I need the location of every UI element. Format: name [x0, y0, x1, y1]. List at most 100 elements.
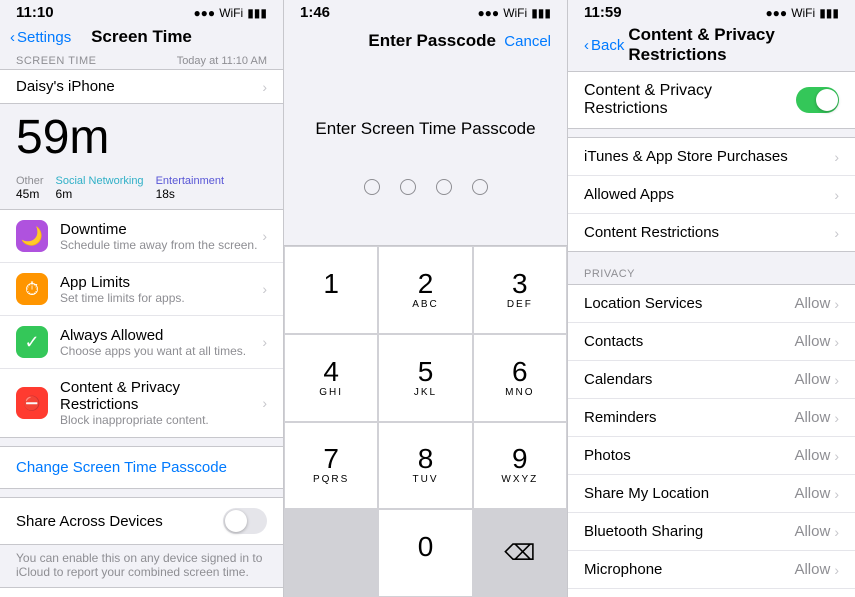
chevron-right-icon: ›	[262, 79, 267, 95]
battery-icon-2: ▮▮▮	[531, 6, 551, 20]
key-9[interactable]: 9WXYZ	[473, 422, 567, 510]
photos-right: Allow ›	[794, 447, 839, 464]
page-title-1: Screen Time	[91, 27, 192, 47]
passcode-prompt: Enter Screen Time Passcode	[284, 59, 567, 169]
status-icons-2: ●●● WiFi ▮▮▮	[477, 6, 551, 20]
contacts-right: Allow ›	[794, 333, 839, 350]
contentprivacy-subtitle: Block inappropriate content.	[60, 413, 262, 427]
key-empty	[284, 509, 378, 597]
key-5[interactable]: 5JKL	[378, 334, 472, 422]
device-name: Daisy's iPhone	[16, 78, 115, 95]
bluetooth-row[interactable]: Bluetooth Sharing Allow ›	[568, 513, 855, 551]
share-location-row[interactable]: Share My Location Allow ›	[568, 475, 855, 513]
content-restrictions-label: Content Restrictions	[584, 224, 719, 241]
key-4[interactable]: 4GHI	[284, 334, 378, 422]
applimits-title: App Limits	[60, 274, 262, 291]
time-used: 59m	[0, 104, 283, 167]
alwaysallowed-text: Always Allowed Choose apps you want at a…	[60, 327, 262, 358]
location-services-row[interactable]: Location Services Allow ›	[568, 285, 855, 323]
list-item-downtime[interactable]: 🌙 Downtime Schedule time away from the s…	[0, 210, 283, 263]
content-restrictions-row[interactable]: Content Restrictions ›	[568, 214, 855, 251]
bar-label-other: Other 45m	[16, 175, 44, 201]
chevron-right-icon: ›	[834, 334, 839, 350]
calendars-right: Allow ›	[794, 371, 839, 388]
itunes-row[interactable]: iTunes & App Store Purchases ›	[568, 138, 855, 176]
key-1[interactable]: 1	[284, 246, 378, 334]
key-6[interactable]: 6MNO	[473, 334, 567, 422]
downtime-title: Downtime	[60, 221, 262, 238]
list-item-alwaysallowed[interactable]: ✓ Always Allowed Choose apps you want at…	[0, 316, 283, 369]
device-name-row[interactable]: Daisy's iPhone ›	[0, 69, 283, 104]
status-bar-3: 11:59 ●●● WiFi ▮▮▮	[568, 0, 855, 23]
share-toggle[interactable]	[223, 508, 267, 534]
list-item-applimits[interactable]: ⏱ App Limits Set time limits for apps. ›	[0, 263, 283, 316]
content-privacy-toggle[interactable]	[796, 87, 839, 113]
signal-icon: ●●●	[193, 6, 215, 20]
status-time-3: 11:59	[584, 4, 622, 21]
key-2[interactable]: 2ABC	[378, 246, 472, 334]
chevron-left-icon: ‹	[10, 29, 15, 46]
bar-label-ent-time: 18s	[156, 187, 224, 201]
section-header-row: SCREEN TIME Today at 11:10 AM	[0, 55, 283, 69]
photos-row[interactable]: Photos Allow ›	[568, 437, 855, 475]
back-button-3[interactable]: ‹ Back	[584, 37, 624, 54]
content-privacy-toggle-row: Content & Privacy Restrictions	[568, 71, 855, 129]
toggle-knob	[225, 510, 247, 532]
chevron-right-icon: ›	[834, 486, 839, 502]
chevron-right-icon: ›	[262, 228, 267, 244]
key-0[interactable]: 0	[378, 509, 472, 597]
reminders-label: Reminders	[584, 409, 657, 426]
list-item-contentprivacy[interactable]: ⛔ Content & Privacy Restrictions Block i…	[0, 369, 283, 437]
passcode-dot-2	[400, 179, 416, 195]
applimits-subtitle: Set time limits for apps.	[60, 291, 262, 305]
passcode-dot-4	[472, 179, 488, 195]
bar-labels: Other 45m Social Networking 6m Entertain…	[0, 171, 283, 209]
content-privacy-toggle-label: Content & Privacy Restrictions	[584, 82, 796, 118]
bar-label-social-name: Social Networking	[56, 175, 144, 187]
alwaysallowed-subtitle: Choose apps you want at all times.	[60, 344, 262, 358]
alwaysallowed-title: Always Allowed	[60, 327, 262, 344]
nav-header-1: ‹ Settings Screen Time	[0, 23, 283, 55]
menu-card-1: 🌙 Downtime Schedule time away from the s…	[0, 209, 283, 438]
location-label: Location Services	[584, 295, 702, 312]
key-8[interactable]: 8TUV	[378, 422, 472, 510]
turn-off-button[interactable]: Turn Off Screen Time	[0, 587, 283, 597]
bluetooth-allow: Allow	[794, 523, 830, 540]
share-location-allow: Allow	[794, 485, 830, 502]
delete-key[interactable]: ⌫	[473, 509, 567, 597]
bar-label-social-time: 6m	[56, 187, 144, 201]
status-bar-2: 1:46 ●●● WiFi ▮▮▮	[284, 0, 567, 23]
bar-label-ent-name: Entertainment	[156, 175, 224, 187]
share-label: Share Across Devices	[16, 513, 163, 530]
microphone-row[interactable]: Microphone Allow ›	[568, 551, 855, 589]
key-7[interactable]: 7PQRS	[284, 422, 378, 510]
allowed-apps-row[interactable]: Allowed Apps ›	[568, 176, 855, 214]
share-location-label: Share My Location	[584, 485, 709, 502]
share-desc: You can enable this on any device signed…	[0, 547, 283, 587]
allowed-apps-label: Allowed Apps	[584, 186, 674, 203]
chevron-right-icon: ›	[834, 225, 839, 241]
chevron-right-icon: ›	[834, 410, 839, 426]
passcode-dot-1	[364, 179, 380, 195]
back-label-1: Settings	[17, 29, 71, 46]
screen-time-panel: 11:10 ●●● WiFi ▮▮▮ ‹ Settings Screen Tim…	[0, 0, 284, 597]
reminders-right: Allow ›	[794, 409, 839, 426]
passcode-header: Enter Passcode Cancel	[284, 23, 567, 59]
key-3[interactable]: 3DEF	[473, 246, 567, 334]
reminders-row[interactable]: Reminders Allow ›	[568, 399, 855, 437]
chevron-right-icon: ›	[262, 395, 267, 411]
speech-recognition-row[interactable]: Speech Recognition Allow ›	[568, 589, 855, 597]
content-privacy-panel: 11:59 ●●● WiFi ▮▮▮ ‹ Back Content & Priv…	[568, 0, 855, 597]
status-time-2: 1:46	[300, 4, 330, 21]
change-passcode-button[interactable]: Change Screen Time Passcode	[0, 446, 283, 489]
contentprivacy-text: Content & Privacy Restrictions Block ina…	[60, 379, 262, 427]
calendars-label: Calendars	[584, 371, 652, 388]
back-button-1[interactable]: ‹ Settings	[10, 29, 71, 46]
photos-label: Photos	[584, 447, 631, 464]
calendars-row[interactable]: Calendars Allow ›	[568, 361, 855, 399]
share-across-devices-row: Share Across Devices	[0, 497, 283, 545]
contacts-row[interactable]: Contacts Allow ›	[568, 323, 855, 361]
cancel-button[interactable]: Cancel	[504, 33, 551, 50]
status-time-1: 11:10	[16, 4, 54, 21]
nav-header-3: ‹ Back Content & Privacy Restrictions	[568, 23, 855, 71]
